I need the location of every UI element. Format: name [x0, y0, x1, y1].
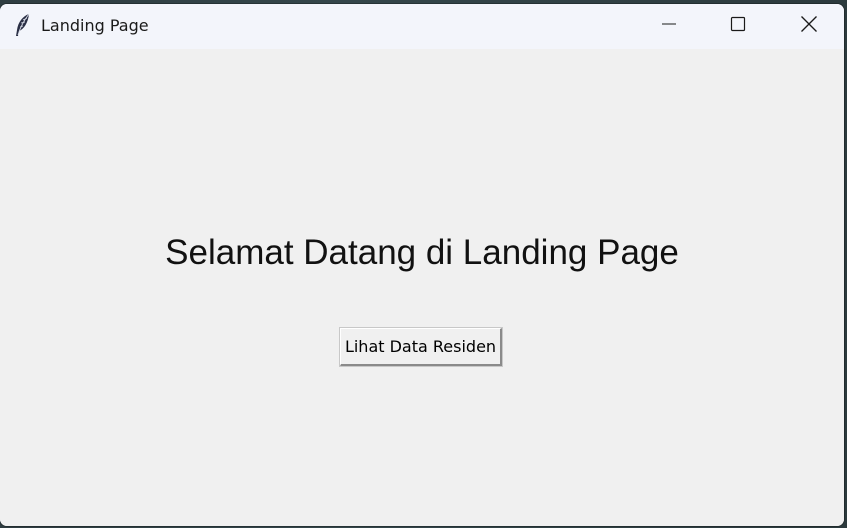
- page-heading: Selamat Datang di Landing Page: [165, 233, 679, 272]
- minimize-icon: [661, 16, 677, 37]
- feather-icon: [14, 13, 32, 37]
- title-bar[interactable]: Landing Page: [0, 4, 844, 49]
- maximize-icon: [730, 16, 746, 37]
- maximize-button[interactable]: [703, 4, 773, 49]
- close-button[interactable]: [774, 4, 844, 49]
- close-icon: [800, 15, 818, 38]
- window-title: Landing Page: [41, 16, 149, 35]
- view-resident-data-button[interactable]: Lihat Data Residen: [339, 327, 503, 367]
- app-window: Landing Page Selamat Datang di Landing P…: [0, 4, 844, 526]
- minimize-button[interactable]: [634, 4, 704, 49]
- main-content: Selamat Datang di Landing Page Lihat Dat…: [0, 49, 844, 526]
